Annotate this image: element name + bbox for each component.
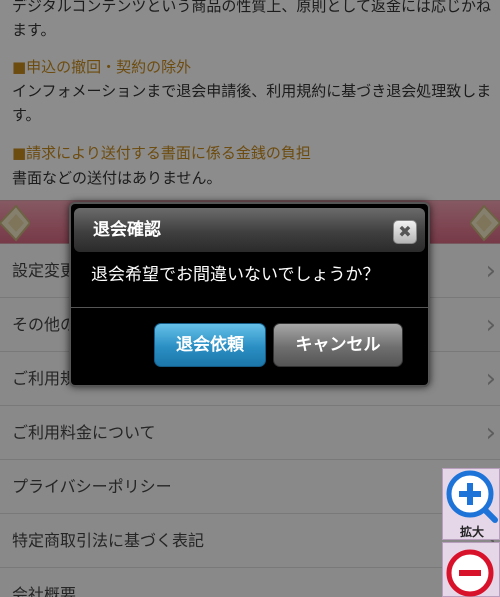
withdrawal-confirm-dialog: 退会確認 ✖ 退会希望でお間違いないでしょうか？ 退会依頼 キャンセル — [69, 202, 430, 387]
close-icon[interactable]: ✖ — [393, 220, 417, 244]
zoom-in-button[interactable]: 拡大 — [442, 468, 500, 540]
dialog-divider — [71, 307, 428, 308]
zoom-in-label: 拡大 — [459, 525, 484, 539]
zoom-out-icon — [446, 549, 494, 597]
dialog-header: 退会確認 ✖ — [74, 208, 425, 252]
dialog-message: 退会希望でお間違いないでしょうか？ — [91, 265, 380, 285]
zoom-controls: 拡大 — [442, 468, 500, 597]
zoom-out-button[interactable] — [442, 542, 500, 597]
withdraw-request-button[interactable]: 退会依頼 — [154, 323, 266, 367]
page: デジタルコンテンツという商品の性質上、原則として返金には応じかねます。 ■申込の… — [0, 0, 500, 597]
cancel-button[interactable]: キャンセル — [273, 323, 403, 367]
dialog-title: 退会確認 — [93, 220, 161, 240]
zoom-in-icon — [446, 470, 498, 523]
